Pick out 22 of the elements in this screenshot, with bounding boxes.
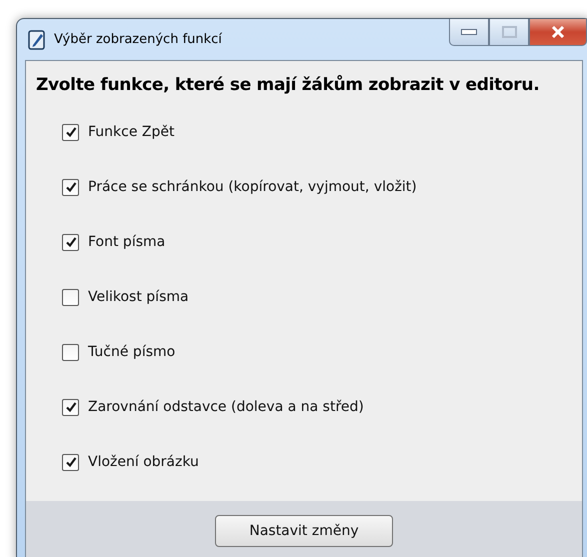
checkbox[interactable] xyxy=(62,344,79,360)
option-label: Vložení obrázku xyxy=(88,454,199,470)
checkbox[interactable] xyxy=(62,178,79,196)
instruction-text: Zvolte funkce, které se mají žákům zobrazit v editoru. xyxy=(36,75,540,95)
option-label: Velikost písma xyxy=(88,289,189,305)
checkbox[interactable] xyxy=(62,454,79,470)
checkbox[interactable] xyxy=(62,288,79,306)
minimize-button[interactable] xyxy=(449,19,489,46)
option-label: Font písma xyxy=(88,234,166,250)
maximize-button[interactable] xyxy=(489,19,529,46)
option-label: Funkce Zpět xyxy=(88,124,174,140)
option-label: Zarovnání odstavce (doleva a na střed) xyxy=(88,399,364,415)
window-title: Výběr zobrazených funkcí xyxy=(54,32,222,47)
option-label: Práce se schránkou (kopírovat, vyjmout, vložit) xyxy=(88,179,417,195)
apply-button[interactable]: Nastavit změny xyxy=(215,515,393,547)
close-button[interactable] xyxy=(529,19,587,46)
checkbox[interactable] xyxy=(62,234,79,250)
notepad-pen-icon xyxy=(28,30,46,50)
close-icon xyxy=(551,26,565,38)
checkbox[interactable] xyxy=(62,398,79,416)
checkbox[interactable] xyxy=(62,124,79,140)
option-label: Tučné písmo xyxy=(88,344,176,360)
